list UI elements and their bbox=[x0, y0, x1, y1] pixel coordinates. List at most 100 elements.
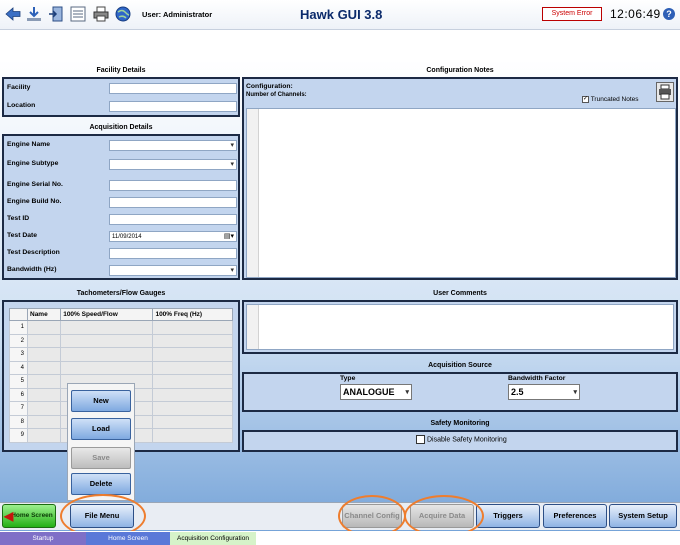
table-cell[interactable] bbox=[26, 414, 62, 429]
facility-details-panel: Facility Location bbox=[2, 77, 240, 117]
system-setup-button[interactable]: System Setup bbox=[609, 504, 677, 528]
row-number: 3 bbox=[9, 347, 28, 362]
download-icon[interactable] bbox=[25, 5, 43, 23]
table-cell[interactable] bbox=[152, 401, 233, 416]
row-number: 5 bbox=[9, 374, 28, 389]
truncated-notes-checkbox[interactable]: ✓ Truncated Notes bbox=[582, 96, 639, 103]
bandwidth-label: Bandwidth (Hz) bbox=[7, 266, 57, 273]
type-dropdown[interactable]: ANALOGUE bbox=[340, 384, 412, 400]
truncated-notes-label: Truncated Notes bbox=[590, 96, 639, 104]
clock: 12:06:49 bbox=[610, 7, 661, 21]
table-row[interactable]: 2 bbox=[9, 333, 233, 348]
configuration-notes-panel: Configuration: Number of Channels: ✓ Tru… bbox=[242, 77, 678, 280]
acquisition-source-title: Acquisition Source bbox=[428, 362, 492, 369]
engine-serial-input[interactable] bbox=[109, 180, 237, 191]
table-row[interactable]: 4 bbox=[9, 360, 233, 375]
table-cell[interactable] bbox=[60, 333, 154, 348]
table-cell[interactable] bbox=[26, 374, 62, 389]
test-description-input[interactable] bbox=[109, 248, 237, 259]
table-cell[interactable] bbox=[152, 428, 233, 443]
home-screen-label: Home Screen bbox=[11, 512, 53, 519]
home-screen-button[interactable]: ◀ Home Screen bbox=[2, 504, 56, 528]
test-id-label: Test ID bbox=[7, 215, 30, 222]
number-of-channels-label: Number of Channels: bbox=[246, 92, 307, 98]
configuration-notes-textarea[interactable] bbox=[246, 108, 676, 278]
row-number: 9 bbox=[9, 428, 28, 443]
facility-input[interactable] bbox=[109, 83, 237, 94]
acquisition-source-panel: Type ANALOGUE Bandwidth Factor 2.5 bbox=[242, 372, 678, 412]
facility-label: Facility bbox=[7, 84, 31, 91]
table-cell[interactable] bbox=[60, 320, 154, 335]
check-icon: ✓ bbox=[582, 96, 589, 103]
calendar-icon[interactable]: ▤▾ bbox=[224, 232, 234, 242]
table-cell[interactable] bbox=[152, 374, 233, 389]
table-cell[interactable] bbox=[26, 347, 62, 362]
engine-build-input[interactable] bbox=[109, 197, 237, 208]
engine-subtype-dropdown[interactable] bbox=[109, 159, 237, 170]
table-cell[interactable] bbox=[26, 320, 62, 335]
save-button: Save bbox=[71, 447, 131, 469]
table-cell[interactable] bbox=[26, 387, 62, 402]
table-cell[interactable] bbox=[152, 414, 233, 429]
engine-name-dropdown[interactable] bbox=[109, 140, 237, 151]
row-number: 6 bbox=[9, 387, 28, 402]
table-cell[interactable] bbox=[26, 428, 62, 443]
table-row[interactable]: 1 bbox=[9, 320, 233, 335]
freq-column-header[interactable]: 100% Freq (Hz) bbox=[152, 308, 233, 321]
engine-subtype-label: Engine Subtype bbox=[7, 160, 59, 167]
speed-flow-column-header[interactable]: 100% Speed/Flow bbox=[60, 308, 154, 321]
user-comments-title: User Comments bbox=[433, 290, 487, 297]
user-label: User: Administrator bbox=[142, 10, 213, 19]
table-cell[interactable] bbox=[152, 320, 233, 335]
user-comments-textarea[interactable] bbox=[246, 304, 674, 350]
disable-safety-checkbox[interactable]: Disable Safety Monitoring bbox=[416, 435, 507, 444]
tab-startup[interactable]: Startup bbox=[0, 532, 86, 545]
print-notes-icon[interactable] bbox=[656, 82, 674, 102]
triggers-button[interactable]: Triggers bbox=[476, 504, 540, 528]
print-icon[interactable] bbox=[92, 5, 110, 23]
name-column-header[interactable]: Name bbox=[26, 308, 62, 321]
globe-icon[interactable] bbox=[114, 5, 132, 23]
table-cell[interactable] bbox=[152, 347, 233, 362]
table-row[interactable]: 3 bbox=[9, 347, 233, 362]
tab-home-screen[interactable]: Home Screen bbox=[86, 532, 170, 545]
test-date-picker[interactable]: 11/09/2014 ▤▾ bbox=[109, 231, 237, 242]
system-error-button[interactable]: System Error bbox=[542, 7, 602, 21]
preferences-button[interactable]: Preferences bbox=[543, 504, 607, 528]
new-button[interactable]: New bbox=[71, 390, 131, 412]
row-number: 8 bbox=[9, 414, 28, 429]
list-icon[interactable] bbox=[69, 5, 87, 23]
notes-gutter bbox=[247, 109, 259, 277]
table-cell[interactable] bbox=[152, 387, 233, 402]
bandwidth-factor-label: Bandwidth Factor bbox=[508, 375, 566, 382]
top-bar: User: Administrator Hawk GUI 3.8 System … bbox=[0, 0, 680, 30]
acquisition-details-title: Acquisition Details bbox=[89, 124, 153, 131]
table-cell[interactable] bbox=[60, 347, 154, 362]
location-input[interactable] bbox=[109, 101, 237, 112]
row-number: 4 bbox=[9, 360, 28, 375]
configuration-notes-title: Configuration Notes bbox=[426, 67, 494, 74]
engine-name-label: Engine Name bbox=[7, 141, 51, 148]
test-date-label: Test Date bbox=[7, 232, 38, 239]
back-arrow-icon[interactable] bbox=[4, 5, 22, 23]
safety-monitoring-panel: Disable Safety Monitoring bbox=[242, 430, 678, 452]
table-cell[interactable] bbox=[152, 333, 233, 348]
back-triangle-icon: ◀ bbox=[4, 509, 14, 523]
test-id-input[interactable] bbox=[109, 214, 237, 225]
load-button[interactable]: Load bbox=[71, 418, 131, 440]
bandwidth-dropdown[interactable] bbox=[109, 265, 237, 276]
safety-monitoring-title: Safety Monitoring bbox=[430, 420, 490, 427]
table-cell[interactable] bbox=[26, 360, 62, 375]
engine-build-label: Engine Build No. bbox=[7, 198, 62, 205]
tab-acquisition-configuration[interactable]: Acquisition Configuration bbox=[170, 532, 256, 545]
tachometers-title: Tachometers/Flow Gauges bbox=[76, 290, 166, 297]
table-cell[interactable] bbox=[152, 360, 233, 375]
help-icon[interactable]: ? bbox=[663, 8, 675, 20]
row-number: 7 bbox=[9, 401, 28, 416]
bandwidth-factor-dropdown[interactable]: 2.5 bbox=[508, 384, 580, 400]
table-cell[interactable] bbox=[26, 401, 62, 416]
delete-button[interactable]: Delete bbox=[71, 473, 131, 495]
table-cell[interactable] bbox=[26, 333, 62, 348]
exit-door-icon[interactable] bbox=[48, 5, 66, 23]
table-cell[interactable] bbox=[60, 360, 154, 375]
